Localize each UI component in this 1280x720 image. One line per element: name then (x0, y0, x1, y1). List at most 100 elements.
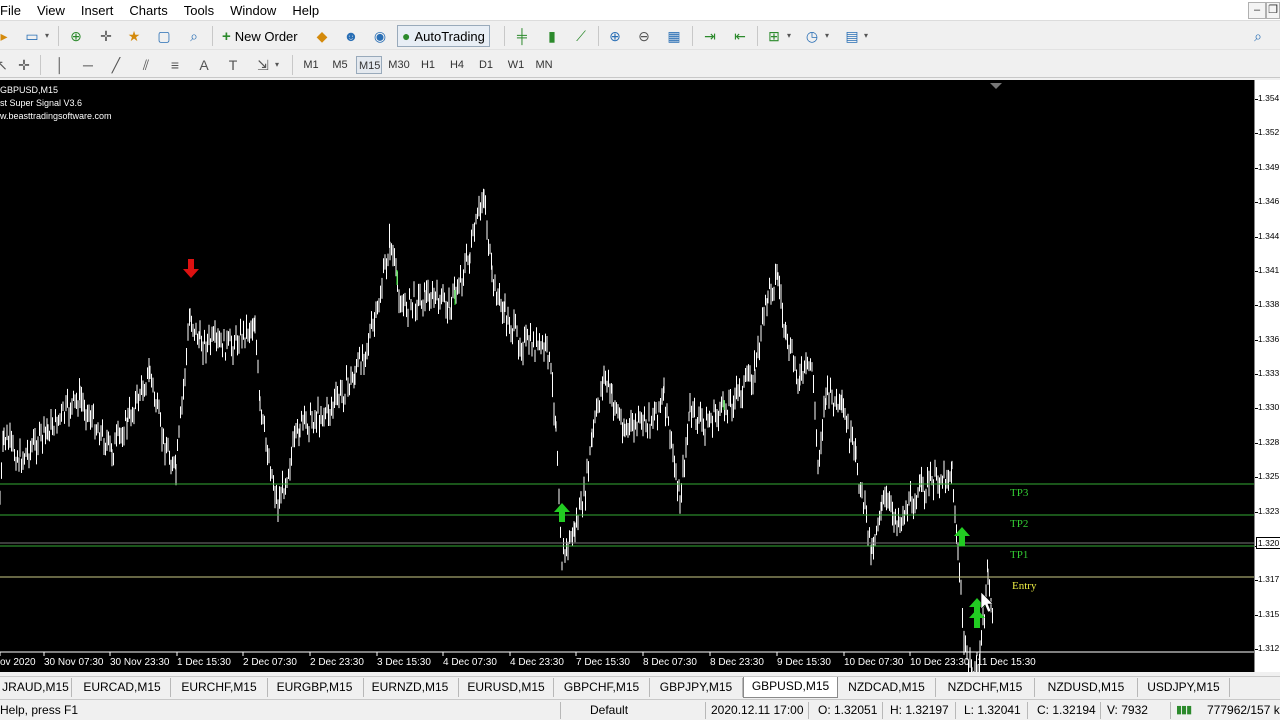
chart-tab[interactable]: GBPCHF,M15 (554, 678, 650, 697)
terminal-window: File View Insert Charts Tools Window Hel… (0, 0, 1280, 720)
status-volume: V: 7932 (1107, 703, 1148, 717)
chart-tab[interactable]: GBPJPY,M15 (650, 678, 743, 697)
price-label: 1.336 (1258, 333, 1280, 344)
crosshair-icon[interactable]: ✛ (14, 56, 34, 74)
autotrading-button[interactable]: ● AutoTrading (397, 25, 490, 47)
time-label: 4 Dec 23:30 (510, 657, 564, 668)
timeframe-m1[interactable]: M1 (301, 56, 321, 74)
menu-tools[interactable]: Tools (177, 0, 223, 21)
indicator-website: w.beasttradingsoftware.com (0, 111, 112, 121)
autotrading-icon: ● (402, 28, 411, 44)
status-high: H: 1.32197 (890, 703, 949, 717)
plus-icon: + (222, 27, 231, 45)
chart-tab[interactable]: EURCAD,M15 (74, 678, 171, 697)
profiles-icon[interactable]: ▭ (22, 27, 42, 45)
periodicity-toolbar: ↖ ✛ │ ─ ╱ ⫽ ≡ A T ⇲ ▾ M1 M5 M15 M30 H1 H… (0, 51, 1280, 78)
arrows-icon[interactable]: ⇲ (253, 56, 273, 74)
chart-tabs: JRAUD,M15 EURCAD,M15 EURCHF,M15 EURGBP,M15 E… (0, 676, 1280, 698)
horizontal-line-icon[interactable]: ─ (78, 56, 98, 74)
menu-charts[interactable]: Charts (122, 0, 176, 21)
auto-scroll-icon[interactable]: ⇥ (700, 27, 720, 45)
timeframe-m15[interactable]: M15 (356, 56, 382, 74)
line-chart-icon[interactable]: ⟋ (571, 27, 591, 45)
metaeditor-icon[interactable]: ◆ (312, 27, 332, 45)
new-order-button[interactable]: + New Order (218, 25, 302, 47)
chart-tab[interactable]: GBPUSD,M15 (743, 677, 838, 698)
equidistant-channel-icon[interactable]: ⫽ (136, 56, 156, 74)
chevron-down-icon[interactable]: ▾ (784, 27, 794, 45)
buy-arrow-icon (554, 503, 570, 522)
chart-tab[interactable]: EURNZD,M15 (362, 678, 459, 697)
chart-tab[interactable]: NZDCHF,M15 (936, 678, 1035, 697)
timeframe-m5[interactable]: M5 (330, 56, 350, 74)
chart-tab[interactable]: EURGBP,M15 (266, 678, 364, 697)
navigator-icon[interactable]: ★ (124, 27, 144, 45)
chevron-down-icon[interactable]: ▾ (822, 27, 832, 45)
chart-tab[interactable]: NZDUSD,M15 (1035, 678, 1138, 697)
time-label: 8 Dec 07:30 (643, 657, 697, 668)
vertical-line-icon[interactable]: │ (50, 56, 70, 74)
timeframe-m30[interactable]: M30 (386, 56, 412, 74)
text-label-icon[interactable]: T (223, 56, 243, 74)
status-open: O: 1.32051 (818, 703, 878, 717)
connection-bars-icon[interactable]: ▮▮▮ (1176, 703, 1192, 716)
periods-icon[interactable]: ◷ (802, 27, 822, 45)
chart-tab[interactable]: EURUSD,M15 (459, 678, 554, 697)
timeframe-w1[interactable]: W1 (505, 56, 527, 74)
timeframe-h1[interactable]: H1 (418, 56, 438, 74)
candlesticks-icon[interactable]: ▮ (542, 27, 562, 45)
time-label: 1 Dec 15:30 (177, 657, 231, 668)
chevron-down-icon[interactable]: ▾ (861, 27, 871, 45)
search-icon[interactable]: ⌕ (1248, 27, 1268, 45)
standard-toolbar: ▸ ▭ ▾ ⊕ ✛ ★ ▢ ⌕ + New Order ◆ ☻ ◉ ● Auto… (0, 22, 1280, 50)
chart-shift-icon[interactable]: ⇤ (730, 27, 750, 45)
bar-chart-icon[interactable]: ╪ (512, 27, 532, 45)
menu-window[interactable]: Window (223, 0, 285, 21)
templates-icon[interactable]: ▤ (842, 27, 862, 45)
time-label: 30 Nov 23:30 (110, 657, 170, 668)
chart-symbol: GBPUSD,M15 (0, 85, 59, 95)
terminal-icon[interactable]: ▢ (154, 27, 174, 45)
chart-tab[interactable]: EURCHF,M15 (171, 678, 268, 697)
zoom-in-icon[interactable]: ⊕ (605, 27, 625, 45)
price-label: 1.344 (1258, 230, 1280, 241)
minimize-icon[interactable]: – (1248, 2, 1266, 19)
chevron-down-icon[interactable]: ▾ (42, 27, 52, 45)
chart-tab[interactable]: JRAUD,M15 (0, 678, 72, 697)
price-chart[interactable]: TP3 TP2 TP1 Entry ov 2020 30 Nov 07:30 30 Nov … (0, 80, 1254, 672)
status-profile[interactable]: Default (590, 703, 628, 717)
chart-tab[interactable]: NZDCAD,M15 (838, 678, 936, 697)
timeframe-d1[interactable]: D1 (476, 56, 496, 74)
chevron-down-icon[interactable]: ▾ (272, 56, 282, 74)
price-scale[interactable]: 1.354 1.352 1.349 1.346 1.344 1.341 1.338 1.336… (1254, 80, 1280, 672)
price-label: 1.312 (1258, 643, 1280, 653)
status-datetime: 2020.12.11 17:00 (711, 703, 804, 717)
timeframe-h4[interactable]: H4 (447, 56, 467, 74)
chart-tab[interactable]: USDJPY,M15 (1138, 678, 1230, 697)
time-label: ov 2020 (0, 657, 36, 668)
fibonacci-icon[interactable]: ≡ (165, 56, 185, 74)
trendline-icon[interactable]: ╱ (106, 56, 126, 74)
new-chart-icon[interactable]: ▸ (0, 27, 14, 45)
menu-file[interactable]: File (0, 0, 30, 21)
menu-view[interactable]: View (30, 0, 74, 21)
timeframe-mn[interactable]: MN (533, 56, 555, 74)
indicator-name: st Super Signal V3.6 (0, 98, 83, 108)
bullish-bars (396, 270, 725, 410)
time-label: 8 Dec 23:30 (710, 657, 764, 668)
chart-info: GBPUSD,M15 st Super Signal V3.6 w.beastt… (0, 84, 112, 123)
signals-icon[interactable]: ☻ (341, 27, 361, 45)
data-window-icon[interactable]: ✛ (96, 27, 116, 45)
restore-icon[interactable]: ❐ (1266, 2, 1280, 19)
cursor-icon[interactable]: ↖ (0, 56, 12, 74)
tile-windows-icon[interactable]: ▦ (664, 27, 684, 45)
menu-help[interactable]: Help (285, 0, 328, 21)
price-label: 1.346 (1258, 196, 1280, 207)
zoom-out-icon[interactable]: ⊖ (634, 27, 654, 45)
menu-insert[interactable]: Insert (74, 0, 123, 21)
text-icon[interactable]: A (194, 56, 214, 74)
strategy-tester-icon[interactable]: ⌕ (184, 27, 204, 45)
market-watch-icon[interactable]: ⊕ (66, 27, 86, 45)
market-icon[interactable]: ◉ (370, 27, 390, 45)
indicators-icon[interactable]: ⊞ (764, 27, 784, 45)
